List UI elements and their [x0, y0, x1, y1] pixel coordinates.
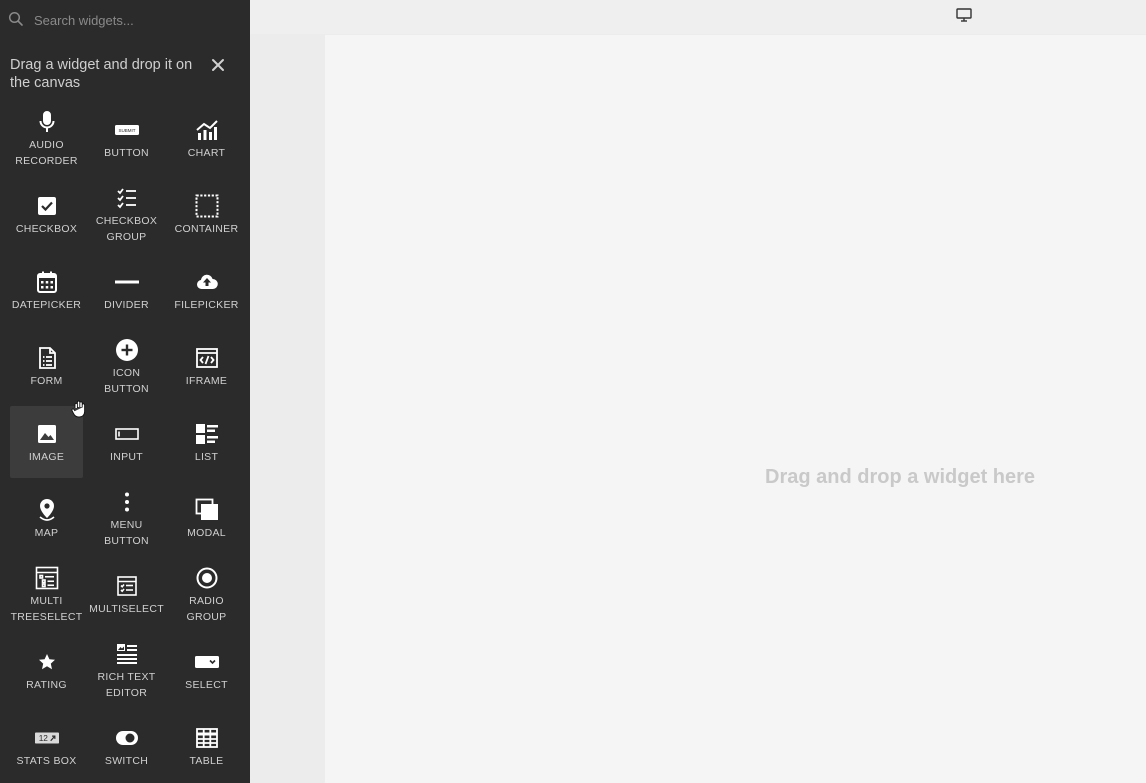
star-icon	[35, 650, 59, 674]
switch-icon	[115, 726, 139, 750]
drag-hint: Drag a widget and drop it on the canvas	[10, 57, 193, 91]
widget-grid: AUDIO RECORDER SUBMIT BUTTON CHART CHECK…	[10, 102, 250, 783]
radio-icon	[195, 566, 219, 590]
image-icon	[35, 422, 59, 446]
grab-cursor-icon	[71, 400, 86, 418]
widget-table[interactable]: TABLE	[170, 710, 243, 782]
desktop-icon[interactable]	[956, 8, 972, 22]
widget-icon-button[interactable]: ICON BUTTON	[90, 330, 163, 402]
search-input[interactable]	[32, 6, 236, 34]
widget-form[interactable]: FORM	[10, 330, 83, 402]
multiselect-icon	[115, 574, 139, 598]
widget-switch[interactable]: SWITCH	[90, 710, 163, 782]
modal-icon	[195, 498, 219, 522]
stats-box-icon: 12	[34, 726, 59, 750]
widget-input[interactable]: INPUT	[90, 406, 163, 478]
calendar-icon	[35, 270, 59, 294]
widget-divider[interactable]: DIVIDER	[90, 254, 163, 326]
canvas-toolbar	[250, 0, 1146, 34]
button-icon: SUBMIT	[114, 118, 139, 142]
drop-canvas[interactable]	[325, 35, 1146, 783]
divider-icon	[114, 270, 139, 294]
widget-menu-button[interactable]: MENU BUTTON	[90, 482, 163, 554]
widget-datepicker[interactable]: DATEPICKER	[10, 254, 83, 326]
checklist-icon	[115, 186, 139, 210]
widget-rich-text-editor[interactable]: RICH TEXT EDITOR	[90, 634, 163, 706]
rich-text-icon	[115, 642, 139, 666]
input-icon	[114, 422, 139, 446]
close-icon[interactable]	[208, 55, 228, 75]
widget-sidebar: Drag a widget and drop it on the canvas …	[0, 0, 250, 783]
widget-multiselect[interactable]: MULTISELECT	[89, 558, 164, 630]
widget-multi-treeselect[interactable]: MULTI TREESELECT	[10, 558, 83, 630]
checkbox-icon	[35, 194, 59, 218]
widget-filepicker[interactable]: FILEPICKER	[170, 254, 243, 326]
widget-container[interactable]: CONTAINER	[170, 178, 243, 250]
search-icon	[8, 11, 23, 26]
chart-icon	[195, 118, 219, 142]
container-icon	[195, 194, 219, 218]
tree-select-icon	[35, 566, 59, 590]
select-icon	[194, 650, 219, 674]
canvas-placeholder: Drag and drop a widget here	[765, 466, 1036, 488]
widget-iframe[interactable]: IFRAME	[170, 330, 243, 402]
kebab-menu-icon	[115, 490, 139, 514]
table-icon	[195, 726, 219, 750]
iframe-icon	[195, 346, 219, 370]
widget-rating[interactable]: RATING	[10, 634, 83, 706]
widget-search	[0, 0, 250, 38]
widget-radio-group[interactable]: RADIO GROUP	[170, 558, 243, 630]
stats-icon-value: 12	[38, 733, 48, 743]
plus-circle-icon	[115, 338, 139, 362]
widget-chart[interactable]: CHART	[170, 102, 243, 174]
widget-select[interactable]: SELECT	[170, 634, 243, 706]
cloud-upload-icon	[195, 270, 219, 294]
widget-modal[interactable]: MODAL	[170, 482, 243, 554]
widget-list[interactable]: LIST	[170, 406, 243, 478]
form-icon	[35, 346, 59, 370]
widget-audio-recorder[interactable]: AUDIO RECORDER	[10, 102, 83, 174]
widget-stats-box[interactable]: 12 STATS BOX	[10, 710, 83, 782]
widget-checkbox-group[interactable]: CHECKBOX GROUP	[90, 178, 163, 250]
button-icon-text: SUBMIT	[118, 128, 135, 133]
map-pin-icon	[35, 498, 59, 522]
list-icon	[195, 422, 219, 446]
widget-map[interactable]: MAP	[10, 482, 83, 554]
builder-main: Drag and drop a widget here	[250, 0, 1146, 783]
microphone-icon	[35, 110, 59, 134]
widget-button[interactable]: SUBMIT BUTTON	[90, 102, 163, 174]
widget-checkbox[interactable]: CHECKBOX	[10, 178, 83, 250]
